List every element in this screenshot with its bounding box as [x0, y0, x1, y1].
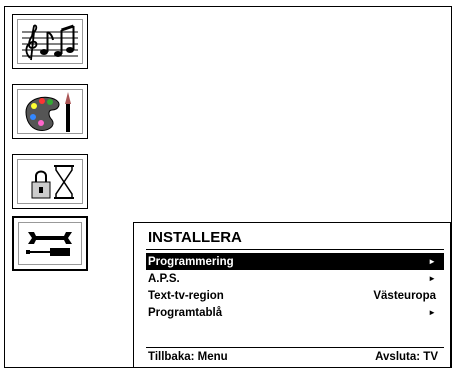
menu-list: Programmering ► A.P.S. ► Text-tv-region … [146, 253, 444, 321]
menu-item-label: Programmering [148, 255, 234, 268]
title-divider [146, 249, 444, 250]
arrow-right-icon: ► [428, 257, 436, 266]
menu-item-label: A.P.S. [148, 272, 180, 285]
wrench-screwdriver-icon [26, 231, 72, 256]
arrow-right-icon: ► [428, 274, 436, 283]
lock-hourglass-icon [31, 164, 74, 199]
arrow-right-icon: ► [428, 308, 436, 317]
paint-palette-icon [25, 91, 71, 132]
back-hint: Tillbaka: Menu [148, 351, 228, 363]
menu-item-label: Programtablå [148, 306, 223, 319]
menu-item-aps[interactable]: A.P.S. ► [146, 270, 444, 287]
sidebar-item-features[interactable] [12, 154, 88, 209]
exit-hint: Avsluta: TV [375, 351, 438, 363]
menu-title: INSTALLERA [148, 229, 242, 246]
menu-item-label: Text-tv-region [148, 289, 224, 302]
menu-item-text-tv-region[interactable]: Text-tv-region Västeuropa [146, 287, 444, 304]
sidebar-item-install[interactable] [12, 216, 88, 271]
menu-item-value: Västeuropa [373, 289, 436, 302]
sidebar-item-picture[interactable] [12, 84, 88, 139]
install-menu: INSTALLERA Programmering ► A.P.S. ► Text… [133, 222, 451, 368]
menu-footer: Tillbaka: Menu Avsluta: TV [148, 351, 438, 363]
menu-item-programmering[interactable]: Programmering ► [146, 253, 444, 270]
menu-item-programtabla[interactable]: Programtablå ► [146, 304, 444, 321]
sidebar-item-sound[interactable] [12, 14, 88, 69]
music-notes-icon [22, 24, 78, 60]
footer-divider [146, 347, 444, 348]
